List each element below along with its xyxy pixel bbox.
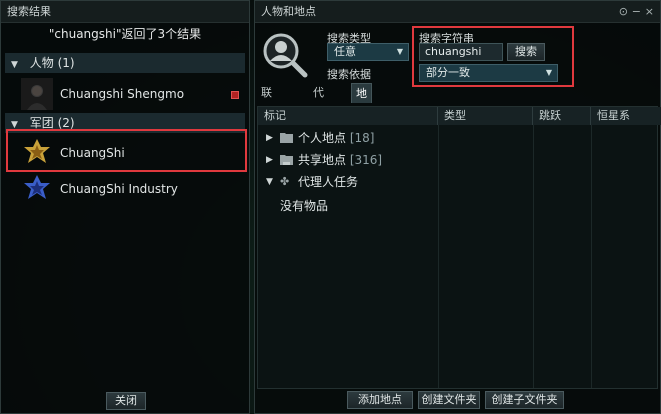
search-fields-highlight (412, 26, 574, 87)
group-label-corporations: 军团 (2) (29, 116, 75, 130)
collapse-triangle-icon: ▼ (11, 60, 18, 70)
folder-count: [18] (349, 131, 375, 145)
tab-agents[interactable]: 代理人 (309, 83, 328, 139)
column-header-type[interactable]: 类型 (438, 107, 533, 125)
search-results-title: 搜索结果 (1, 1, 249, 23)
tab-places[interactable]: 地点 (351, 83, 372, 120)
add-location-button[interactable]: 添加地点 (347, 391, 413, 409)
magnifier-icon (263, 33, 308, 78)
search-type-value: 任意 (334, 45, 356, 58)
result-item-corporation[interactable]: ChuangShi Industry (5, 169, 245, 209)
result-item-label: Chuangshi Shengmo (60, 87, 185, 101)
corporation-logo-icon (24, 175, 50, 199)
folder-icon (280, 133, 293, 143)
places-table: 标记 类型 跳跃 恒星系 ▶ 个人地点 [18] ▶ 共享地点 [316] ▼ … (257, 106, 661, 389)
expand-triangle-icon: ▶ (266, 133, 273, 143)
people-and-places-window: 人物和地点 ⊙ − × 搜索类型 任意 ▼ 搜索依据 搜索字符串 chuangs… (254, 0, 661, 414)
empty-folder-text: 没有物品 (280, 199, 329, 213)
settings-icon[interactable]: ⊙ (619, 5, 628, 18)
column-header-jumps[interactable]: 跳跃 (533, 107, 591, 125)
people-places-title: 人物和地点 (255, 1, 660, 23)
results-summary: "chuangshi"返回了3个结果 (48, 27, 202, 41)
group-label-people: 人物 (1) (29, 56, 75, 70)
character-portrait-icon (21, 78, 53, 110)
folder-count: [316] (349, 153, 383, 167)
expand-triangle-icon: ▶ (266, 155, 273, 165)
column-header-system[interactable]: 恒星系 (591, 107, 661, 125)
search-results-window: 搜索结果 "chuangshi"返回了3个结果 ▼ 人物 (1) Chuangs… (0, 0, 250, 414)
close-icon[interactable]: × (645, 5, 654, 18)
search-type-dropdown[interactable]: 任意 ▼ (327, 43, 409, 61)
tab-contacts[interactable]: 联系对象 (257, 83, 276, 159)
collapse-triangle-icon: ▼ (266, 177, 273, 187)
folder-row-shared[interactable]: ▶ 共享地点 [316] (258, 149, 657, 171)
folder-name: 共享地点 (298, 153, 347, 167)
minimize-icon[interactable]: − (632, 5, 641, 18)
standing-flag-icon (231, 91, 239, 99)
folder-name: 代理人任务 (298, 175, 359, 189)
create-folder-button[interactable]: 创建文件夹 (418, 391, 480, 409)
dropdown-caret-icon: ▼ (396, 47, 403, 56)
search-basis-label: 搜索依据 (327, 68, 371, 81)
selection-highlight (6, 129, 247, 172)
folder-name: 个人地点 (298, 131, 347, 145)
folder-row-agent-missions[interactable]: ▼ ✤ 代理人任务 (258, 171, 657, 193)
create-subfolder-button[interactable]: 创建子文件夹 (485, 391, 564, 409)
column-header-label[interactable]: 标记 (258, 107, 438, 125)
result-item-label: ChuangShi Industry (60, 182, 178, 196)
group-header-people[interactable]: ▼ 人物 (1) (5, 53, 245, 73)
folder-row-personal[interactable]: ▶ 个人地点 [18] (258, 127, 657, 149)
close-button[interactable]: 关闭 (106, 392, 146, 410)
agent-mission-icon: ✤ (280, 175, 290, 188)
result-item-character[interactable]: Chuangshi Shengmo (5, 74, 245, 114)
shared-folder-icon (280, 155, 293, 165)
